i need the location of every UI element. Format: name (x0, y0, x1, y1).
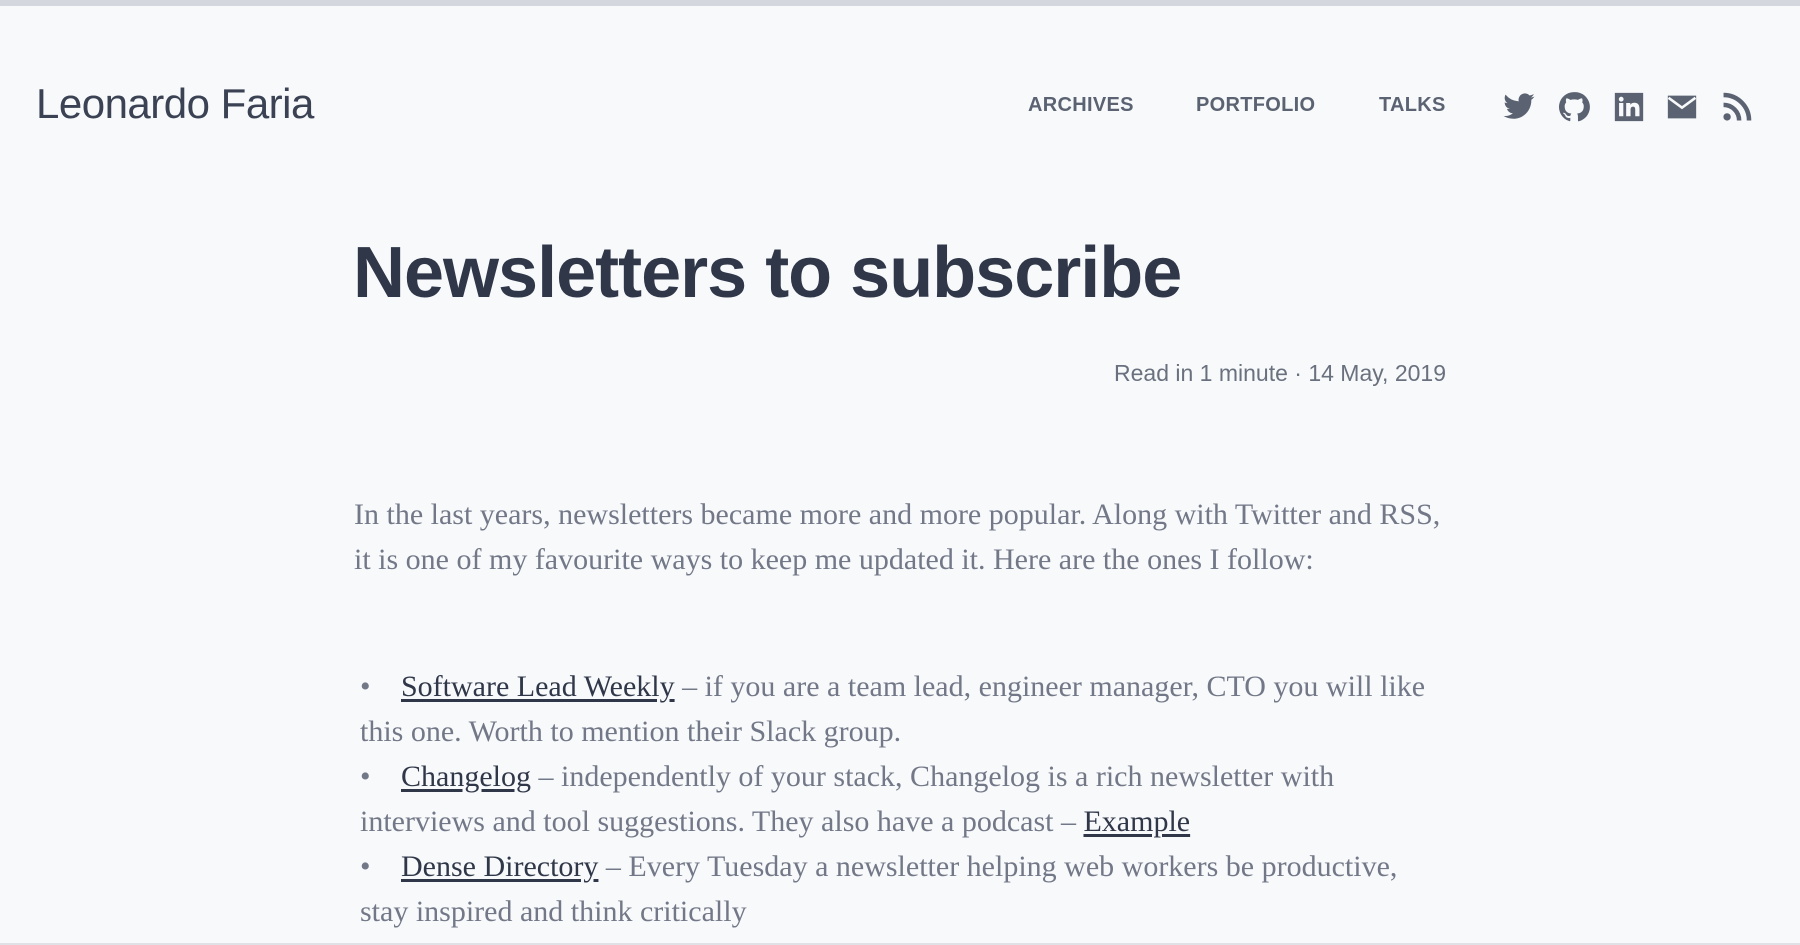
mail-icon[interactable] (1665, 90, 1699, 124)
linkedin-icon[interactable] (1612, 90, 1646, 124)
bullet: • (360, 670, 371, 703)
nav-portfolio-link[interactable]: PORTFOLIO (1196, 94, 1315, 117)
list-item: • Dense Directory – Every Tuesday a newsl… (360, 844, 1450, 934)
dense-directory-link[interactable]: Dense Directory (401, 850, 598, 883)
example-link[interactable]: Example (1083, 805, 1190, 838)
post-meta: Read in 1 minute · 14 May, 2019 (1114, 360, 1446, 386)
software-lead-weekly-link[interactable]: Software Lead Weekly (401, 670, 675, 703)
top-border (0, 0, 1800, 6)
site-title-link[interactable]: Leonardo Faria (36, 80, 314, 128)
nav-archives-link[interactable]: ARCHIVES (1028, 94, 1134, 117)
changelog-link[interactable]: Changelog (401, 760, 531, 793)
post-intro: In the last years, newsletters became mo… (354, 498, 1441, 576)
bullet: • (360, 760, 371, 793)
twitter-icon[interactable] (1502, 90, 1536, 124)
post-title: Newsletters to subscribe (353, 233, 1182, 313)
list-item: • Changelog – independently of your stack… (360, 754, 1450, 844)
nav-talks-link[interactable]: TALKS (1379, 94, 1446, 117)
bullet: • (360, 850, 371, 883)
rss-icon[interactable] (1720, 90, 1754, 124)
list-item: • Software Lead Weekly – if you are a tea… (360, 664, 1450, 754)
github-icon[interactable] (1557, 90, 1591, 124)
newsletter-list: • Software Lead Weekly – if you are a tea… (360, 664, 1450, 934)
page: Leonardo Faria ARCHIVES PORTFOLIO TALKS … (0, 0, 1800, 945)
